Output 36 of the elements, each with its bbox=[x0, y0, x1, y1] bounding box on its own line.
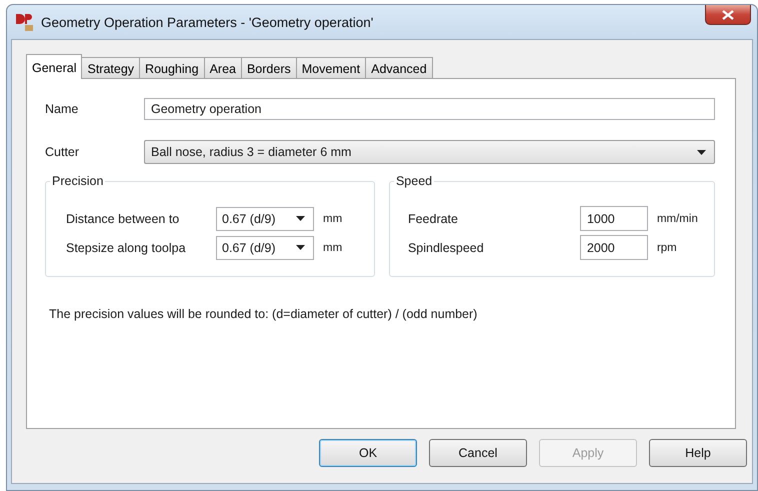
number-field[interactable]: 1000 bbox=[580, 206, 648, 231]
dialog-button[interactable]: Cancel bbox=[429, 439, 527, 467]
app-logo-icon bbox=[15, 12, 35, 32]
field-label: Feedrate bbox=[406, 212, 459, 226]
unit-label: mm bbox=[322, 212, 342, 224]
dialog-button[interactable]: Help bbox=[649, 439, 747, 467]
number-field[interactable]: 2000 bbox=[580, 235, 648, 260]
field-label: Spindlespeed bbox=[406, 240, 485, 254]
tab[interactable]: Advanced bbox=[365, 57, 433, 79]
precision-dropdown[interactable]: 0.67 (d/9) bbox=[216, 206, 314, 230]
tab[interactable]: Movement bbox=[296, 57, 366, 79]
dropdown-arrow-icon bbox=[296, 216, 305, 221]
cutter-label: Cutter bbox=[45, 145, 80, 159]
field-label: Stepsize along toolpa bbox=[65, 240, 187, 254]
close-icon bbox=[722, 10, 734, 20]
precision-dropdown[interactable]: 0.67 (d/9) bbox=[216, 236, 314, 260]
group-title: Speed bbox=[394, 174, 434, 188]
field-label: Distance between to bbox=[65, 212, 180, 226]
close-button[interactable] bbox=[705, 5, 751, 25]
tab[interactable]: Strategy bbox=[81, 57, 140, 79]
unit-label: mm bbox=[322, 242, 342, 254]
tab[interactable]: Area bbox=[204, 57, 242, 79]
name-label: Name bbox=[45, 102, 80, 116]
cutter-dropdown[interactable]: Ball nose, radius 3 = diameter 6 mm bbox=[144, 140, 715, 164]
precision-note: The precision values will be rounded to: (d=diameter of cutter) / (odd number) bbox=[48, 307, 478, 321]
dropdown-arrow-icon bbox=[296, 245, 305, 250]
tab[interactable]: Roughing bbox=[139, 57, 205, 79]
tab[interactable]: General bbox=[26, 54, 82, 79]
window-title: Geometry Operation Parameters - 'Geometry operation' bbox=[41, 14, 374, 30]
dropdown-arrow-icon bbox=[697, 150, 706, 154]
dialog-button[interactable]: OK bbox=[319, 439, 417, 467]
unit-label: mm/min bbox=[656, 212, 698, 224]
group-title: Precision bbox=[50, 174, 106, 188]
tab[interactable]: Borders bbox=[240, 57, 297, 79]
name-field[interactable]: Geometry operation bbox=[144, 98, 715, 120]
unit-label: rpm bbox=[656, 242, 677, 254]
